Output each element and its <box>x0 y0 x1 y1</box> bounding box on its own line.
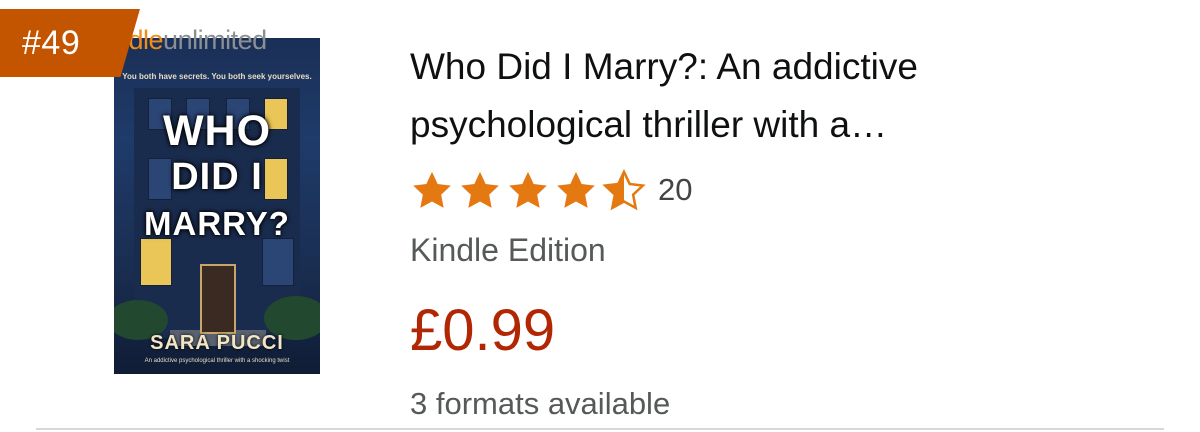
format-label: Kindle Edition <box>410 232 606 268</box>
star-full-icon <box>413 171 451 208</box>
star-full-icon <box>557 171 595 208</box>
cover-author: SARA PUCCI <box>150 332 284 354</box>
product-card[interactable]: #49 ndleunlimited You both have secrets.… <box>0 0 1200 432</box>
rank-badge: #49 <box>0 9 140 77</box>
star-full-icon <box>461 171 499 208</box>
star-rating[interactable] <box>410 169 650 211</box>
rank-label: #49 <box>22 24 81 62</box>
star-half-icon <box>602 169 646 211</box>
kindle-unlimited-logo: ndleunlimited <box>114 25 267 55</box>
cover-tagline: You both have secrets. You both seek you… <box>122 72 312 81</box>
rating[interactable]: 20 <box>410 168 692 212</box>
cover-door <box>200 264 236 334</box>
product-title-link[interactable]: Who Did I Marry?: An addictive psycholog… <box>410 38 1150 154</box>
divider <box>36 428 1164 430</box>
cover-subtitle: An addictive psychological thriller with… <box>144 358 290 364</box>
formats-available-link[interactable]: 3 formats available <box>410 386 670 422</box>
cover-title-line1: WHO <box>162 107 272 155</box>
book-cover[interactable]: You both have secrets. You both seek you… <box>114 38 320 374</box>
price[interactable]: £0.99 <box>410 296 555 366</box>
rating-count[interactable]: 20 <box>658 172 692 208</box>
cover-title-line3: MARRY? <box>144 205 290 242</box>
cover-title-line2: DID I <box>171 156 263 198</box>
star-full-icon <box>509 171 547 208</box>
